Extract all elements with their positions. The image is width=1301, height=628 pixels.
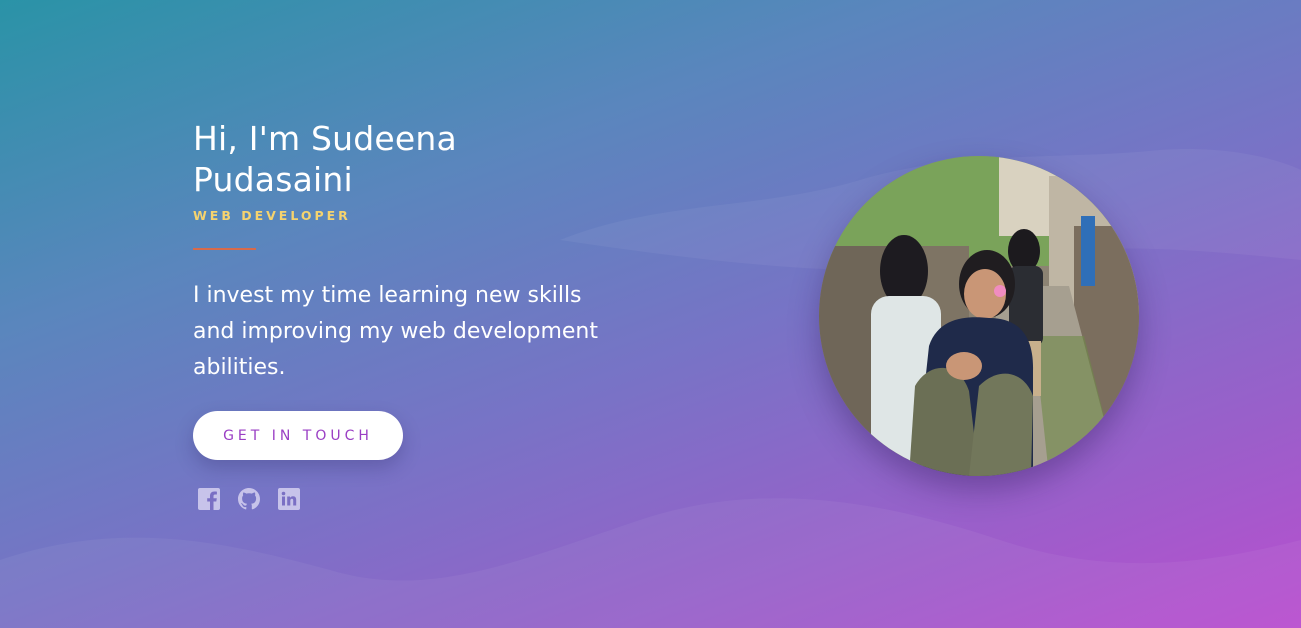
- divider: [193, 248, 256, 250]
- linkedin-icon: [278, 488, 300, 510]
- github-link[interactable]: [237, 487, 261, 511]
- facebook-link[interactable]: [197, 487, 221, 511]
- title-line-1: Hi, I'm Sudeena: [193, 119, 457, 158]
- get-in-touch-button[interactable]: GET IN TOUCH: [193, 411, 403, 460]
- linkedin-link[interactable]: [277, 487, 301, 511]
- github-icon: [238, 488, 260, 510]
- profile-photo: [819, 156, 1139, 476]
- facebook-icon: [198, 488, 220, 510]
- page-title: Hi, I'm Sudeena Pudasaini: [193, 118, 633, 200]
- job-title: WEB DEVELOPER: [193, 208, 351, 223]
- title-line-2: Pudasaini: [193, 160, 353, 199]
- hero-description: I invest my time learning new skills and…: [193, 283, 599, 380]
- hero-section: Hi, I'm Sudeena Pudasaini WEB DEVELOPER …: [193, 118, 633, 511]
- profile-photo-illustration: [819, 156, 1139, 476]
- social-links: [197, 487, 633, 511]
